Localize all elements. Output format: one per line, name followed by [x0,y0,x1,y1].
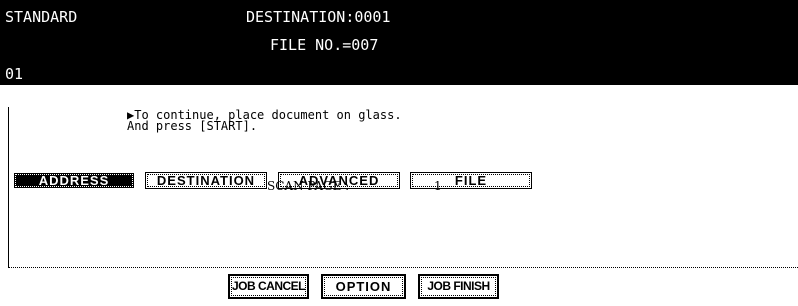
scan-page-value: 1 [434,179,442,193]
status-header: STANDARD DESTINATION:0001 FILE NO.=007 0… [0,0,798,85]
copier-scan-screen: STANDARD DESTINATION:0001 FILE NO.=007 0… [0,0,798,306]
scan-page-label: SCAN PAGE : [267,179,350,193]
file-number: FILE NO.=007 [270,36,379,54]
instruction-message: ▶To continue, place document on glass. A… [127,109,402,133]
copy-counter: 01 [5,65,24,83]
instruction-line-2: And press [START]. [127,119,258,133]
job-cancel-button[interactable]: JOB CANCEL [228,274,309,299]
destination-count: DESTINATION:0001 [246,8,391,26]
left-border [8,107,9,267]
tab-bar: ADDRESS DESTINATION ADVANCED FILE [0,85,798,189]
mode-label: STANDARD [5,8,78,26]
divider [8,267,798,268]
job-finish-button[interactable]: JOB FINISH [418,274,499,299]
option-button[interactable]: OPTION [321,274,406,299]
